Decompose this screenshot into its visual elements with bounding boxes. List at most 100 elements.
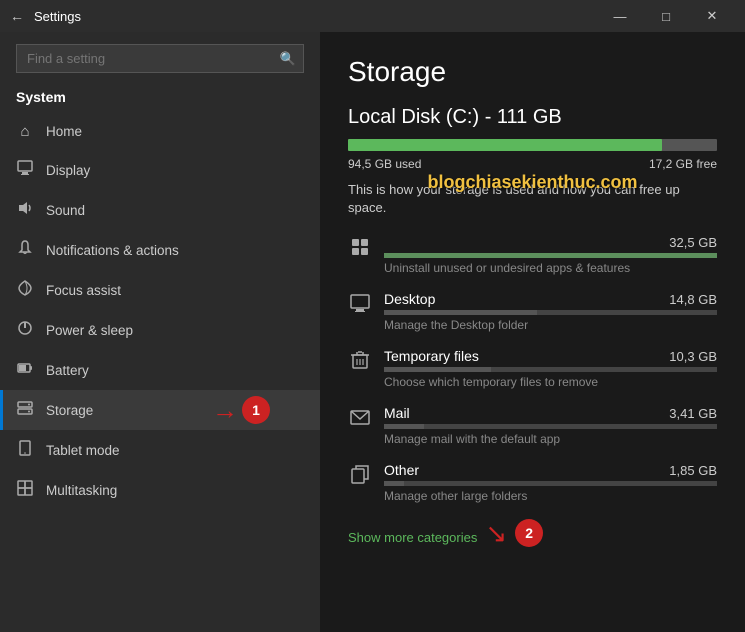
temp-desc: Choose which temporary files to remove	[384, 375, 717, 389]
temp-header: Temporary files 10,3 GB	[384, 348, 717, 364]
storage-item-other[interactable]: Other 1,85 GB Manage other large folders	[348, 462, 717, 503]
settings-window: ← Settings — □ ✕ 🔍 System ⌂ Home	[0, 0, 745, 632]
disk-title: Local Disk (C:) - 111 GB	[348, 106, 717, 129]
power-icon	[16, 320, 34, 340]
storage-bar-labels: 94,5 GB used 17,2 GB free	[348, 157, 717, 171]
sidebar-item-sound[interactable]: Sound	[0, 190, 320, 230]
annotation-badge-2: 2	[515, 519, 543, 547]
other-bar-fill	[384, 481, 404, 486]
storage-item-mail[interactable]: Mail 3,41 GB Manage mail with the defaul…	[348, 405, 717, 446]
sound-icon	[16, 200, 34, 220]
arrow2-icon: ↘	[485, 520, 507, 546]
main-content: 🔍 System ⌂ Home Display Sound	[0, 32, 745, 632]
other-desc: Manage other large folders	[384, 489, 717, 503]
temp-bar-fill	[384, 367, 491, 372]
storage-icon	[16, 400, 34, 420]
mail-header: Mail 3,41 GB	[384, 405, 717, 421]
other-name: Other	[384, 462, 419, 478]
section-label: System	[0, 85, 320, 113]
minimize-button[interactable]: —	[597, 0, 643, 32]
sidebar-item-notifications[interactable]: Notifications & actions	[0, 230, 320, 270]
mail-icon	[348, 407, 372, 432]
sidebar-item-label: Sound	[46, 203, 304, 218]
storage-bar	[348, 139, 717, 151]
focus-icon	[16, 280, 34, 300]
multitasking-icon	[16, 480, 34, 500]
apps-content: 32,5 GB Uninstall unused or undesired ap…	[384, 235, 717, 275]
other-icon	[348, 464, 372, 489]
sidebar-item-label: Display	[46, 163, 304, 178]
sidebar: 🔍 System ⌂ Home Display Sound	[0, 32, 320, 632]
sidebar-item-multitasking[interactable]: Multitasking	[0, 470, 320, 510]
other-content: Other 1,85 GB Manage other large folders	[384, 462, 717, 503]
annotation-badge-1: 1	[242, 396, 270, 424]
sidebar-item-label: Focus assist	[46, 283, 304, 298]
sidebar-item-label: Multitasking	[46, 483, 304, 498]
apps-bar	[384, 253, 717, 258]
other-size: 1,85 GB	[669, 463, 717, 478]
sidebar-item-label: Tablet mode	[46, 443, 304, 458]
back-button[interactable]: ←	[10, 8, 24, 24]
temp-name: Temporary files	[384, 348, 479, 364]
mail-content: Mail 3,41 GB Manage mail with the defaul…	[384, 405, 717, 446]
sidebar-item-label: Battery	[46, 363, 304, 378]
free-label: 17,2 GB free	[649, 157, 717, 171]
desktop-name: Desktop	[384, 291, 435, 307]
apps-size: 32,5 GB	[669, 235, 717, 250]
notifications-icon	[16, 240, 34, 260]
other-header: Other 1,85 GB	[384, 462, 717, 478]
mail-size: 3,41 GB	[669, 406, 717, 421]
mail-name: Mail	[384, 405, 410, 421]
title-bar: ← Settings — □ ✕	[0, 0, 745, 32]
battery-icon	[16, 360, 34, 380]
show-more-row: Show more categories ↘ 2	[348, 519, 717, 547]
sidebar-item-tablet[interactable]: Tablet mode	[0, 430, 320, 470]
temp-bar	[384, 367, 717, 372]
used-label: 94,5 GB used	[348, 157, 421, 171]
sidebar-item-home[interactable]: ⌂ Home	[0, 113, 320, 150]
desktop-header: Desktop 14,8 GB	[384, 291, 717, 307]
mail-desc: Manage mail with the default app	[384, 432, 717, 446]
sidebar-item-display[interactable]: Display	[0, 150, 320, 190]
restore-button[interactable]: □	[643, 0, 689, 32]
show-more-link[interactable]: Show more categories	[348, 530, 477, 545]
desktop-size: 14,8 GB	[669, 292, 717, 307]
sidebar-item-label: Power & sleep	[46, 323, 304, 338]
storage-item-temp[interactable]: Temporary files 10,3 GB Choose which tem…	[348, 348, 717, 389]
mail-bar-fill	[384, 424, 424, 429]
window-controls: — □ ✕	[597, 0, 735, 32]
apps-icon	[348, 237, 372, 262]
search-container: 🔍	[16, 44, 304, 73]
desktop-bar	[384, 310, 717, 315]
temp-content: Temporary files 10,3 GB Choose which tem…	[384, 348, 717, 389]
search-input[interactable]	[16, 44, 304, 73]
search-icon: 🔍	[280, 51, 296, 67]
close-button[interactable]: ✕	[689, 0, 735, 32]
desktop-content: Desktop 14,8 GB Manage the Desktop folde…	[384, 291, 717, 332]
home-icon: ⌂	[16, 123, 34, 140]
storage-item-desktop[interactable]: Desktop 14,8 GB Manage the Desktop folde…	[348, 291, 717, 332]
right-panel: blogchiasekienthuc.com Storage Local Dis…	[320, 32, 745, 632]
temp-size: 10,3 GB	[669, 349, 717, 364]
storage-item-apps[interactable]: 32,5 GB Uninstall unused or undesired ap…	[348, 235, 717, 275]
other-bar	[384, 481, 717, 486]
sidebar-item-label: Home	[46, 124, 304, 139]
sidebar-item-power[interactable]: Power & sleep	[0, 310, 320, 350]
sidebar-item-focus[interactable]: Focus assist	[0, 270, 320, 310]
tablet-icon	[16, 440, 34, 460]
storage-bar-fill	[348, 139, 662, 151]
display-icon	[16, 160, 34, 180]
page-title: Storage	[348, 56, 717, 88]
desktop-bar-fill	[384, 310, 537, 315]
apps-bar-fill	[384, 253, 717, 258]
storage-description: This is how your storage is used and how…	[348, 181, 717, 217]
sidebar-item-label: Notifications & actions	[46, 243, 304, 258]
desktop-icon	[348, 293, 372, 318]
mail-bar	[384, 424, 717, 429]
apps-header: 32,5 GB	[384, 235, 717, 250]
window-title: Settings	[34, 9, 597, 24]
trash-icon	[348, 350, 372, 375]
apps-desc: Uninstall unused or undesired apps & fea…	[384, 261, 717, 275]
sidebar-item-battery[interactable]: Battery	[0, 350, 320, 390]
sidebar-item-storage[interactable]: Storage → 1	[0, 390, 320, 430]
